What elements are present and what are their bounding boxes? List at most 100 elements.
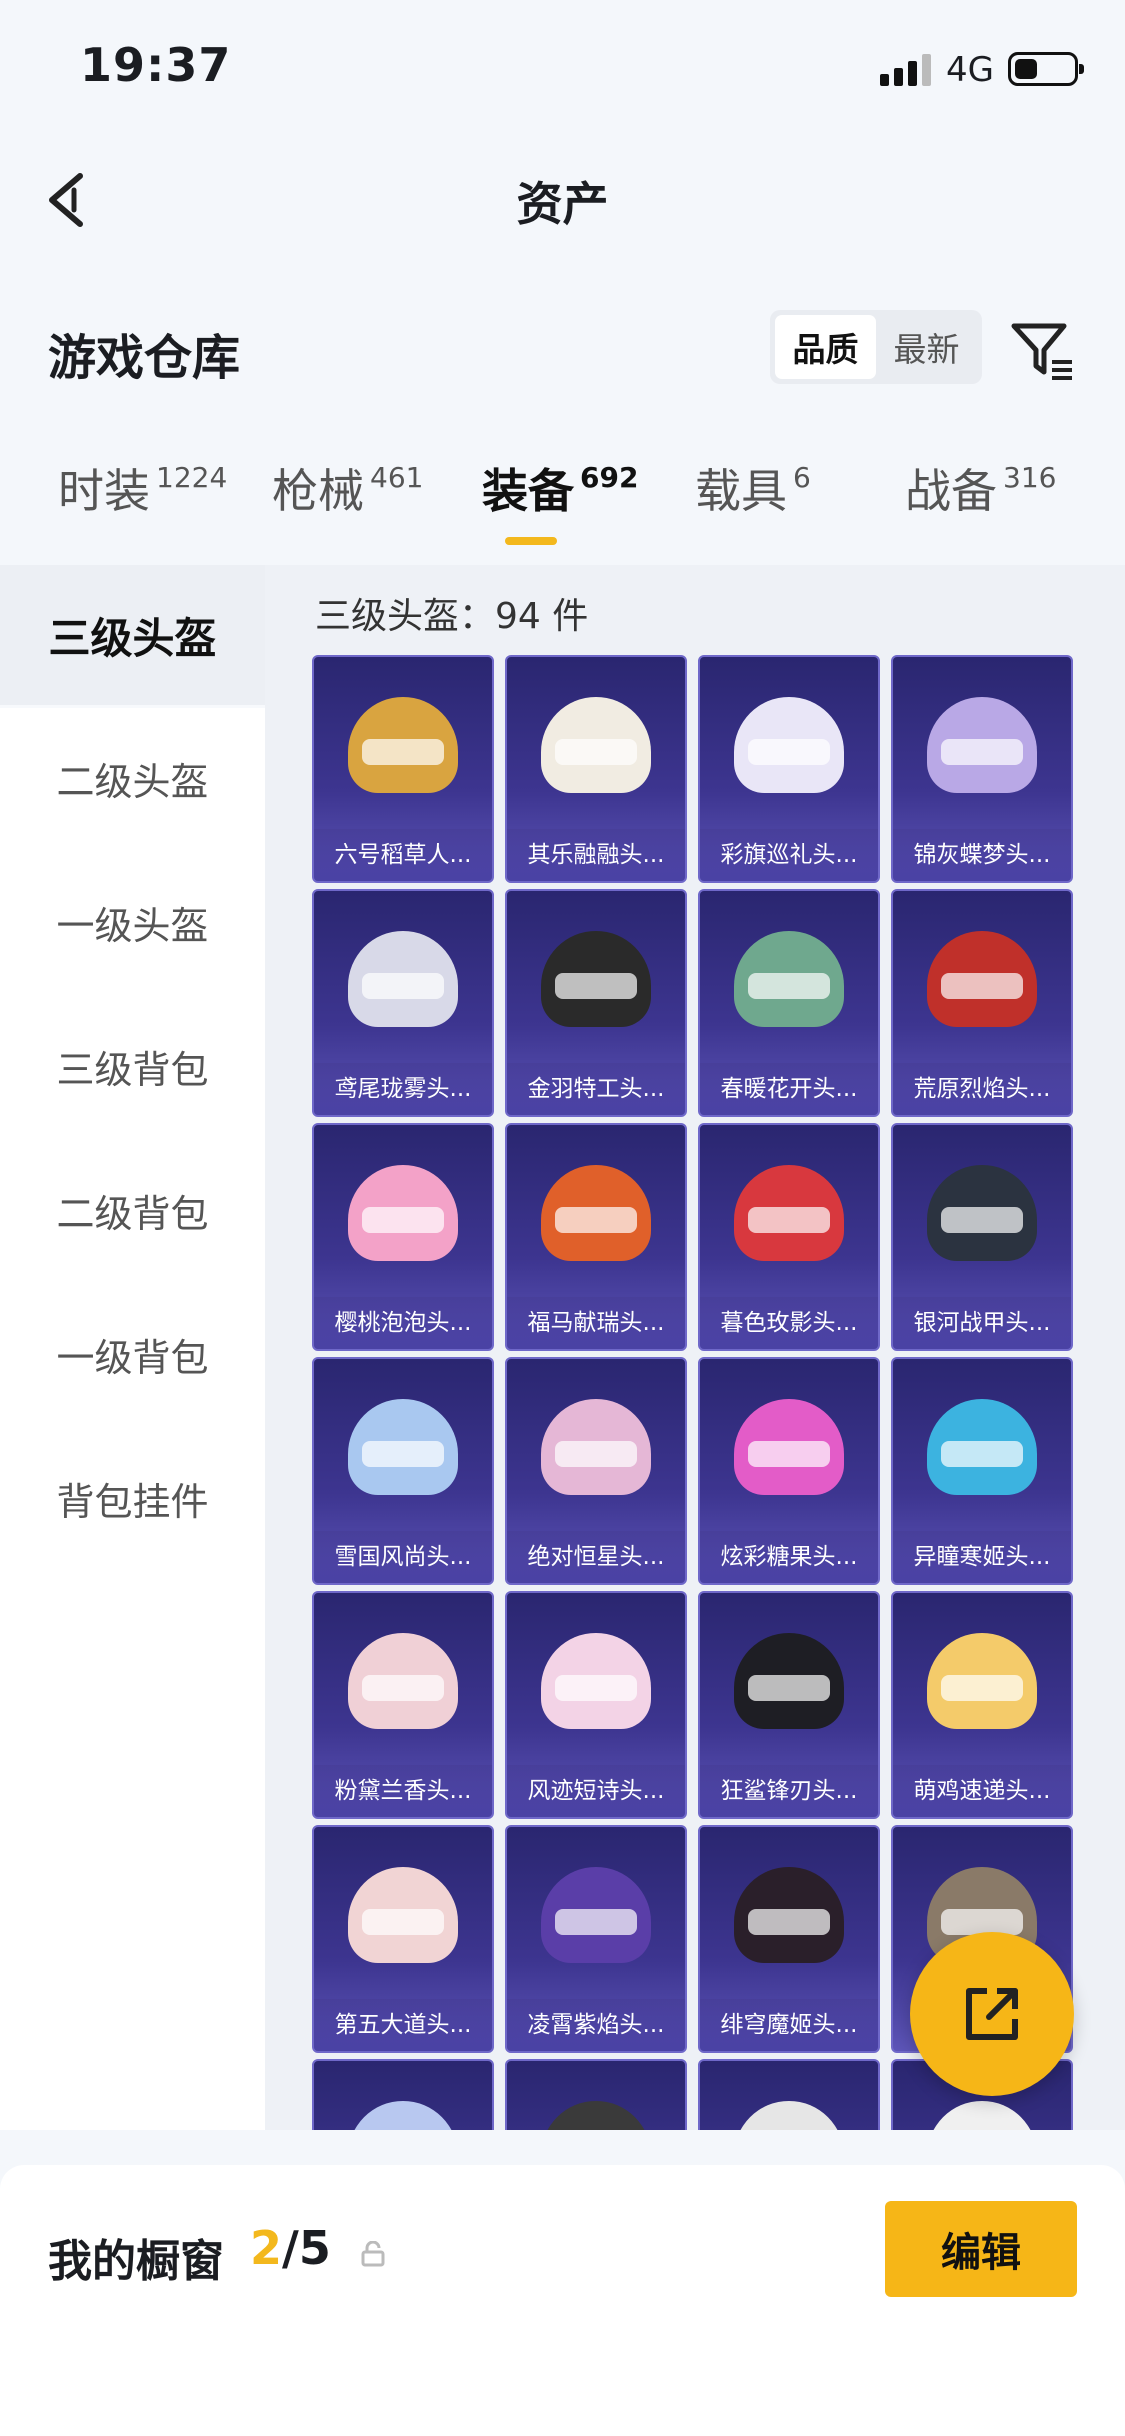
item-card[interactable]: 绯穹魔姬头... bbox=[698, 1825, 880, 2053]
helmet-icon bbox=[700, 891, 878, 1067]
item-card[interactable]: 福马献瑞头... bbox=[505, 1123, 687, 1351]
warehouse-title: 游戏仓库 bbox=[48, 330, 241, 386]
showcase-total: /5 bbox=[282, 2221, 331, 2275]
item-card[interactable]: 第五大道头... bbox=[312, 1825, 494, 2053]
filter-icon bbox=[1011, 323, 1072, 380]
item-name: 鸢尾珑雾头... bbox=[314, 1063, 492, 1115]
item-card[interactable]: 萌鸡速递头... bbox=[891, 1591, 1073, 1819]
edit-button[interactable]: 编辑 bbox=[885, 2201, 1077, 2297]
item-card[interactable]: 六号稻草人... bbox=[312, 655, 494, 883]
tab-label: 时装 bbox=[58, 464, 150, 518]
helmet-icon bbox=[700, 1827, 878, 2003]
item-name: 彩旗巡礼头... bbox=[700, 829, 878, 881]
item-card[interactable]: 风迹短诗头... bbox=[505, 1591, 687, 1819]
helmet-icon bbox=[314, 1125, 492, 1301]
helmet-icon bbox=[507, 657, 685, 833]
tab-count: 692 bbox=[580, 461, 639, 494]
item-card[interactable]: 狂鲨锋刃头... bbox=[698, 1591, 880, 1819]
item-name: 粉黛兰香头... bbox=[314, 1765, 492, 1817]
item-card[interactable]: 异瞳寒姬头... bbox=[891, 1357, 1073, 1585]
showcase-current: 2 bbox=[250, 2221, 283, 2275]
sidebar-item-backpack-charm[interactable]: 背包挂件 bbox=[0, 1428, 265, 1568]
status-bar: 19:37 4G bbox=[0, 0, 1125, 140]
tab-vehicles[interactable]: 载具 6 bbox=[695, 455, 811, 521]
sidebar-item-level3-helmet[interactable]: 三级头盔 bbox=[0, 565, 265, 705]
lock-icon bbox=[360, 2240, 386, 2267]
external-link-icon bbox=[966, 1988, 1018, 2040]
item-card[interactable]: 鸢尾珑雾头... bbox=[312, 889, 494, 1117]
showcase-count: 2/5 bbox=[250, 2221, 331, 2275]
helmet-icon bbox=[700, 1593, 878, 1769]
category-tabs: 时装 1224 枪械 461 装备 692 载具 6 战备 316 bbox=[0, 455, 1125, 565]
item-card[interactable]: 暮色玫影头... bbox=[698, 1123, 880, 1351]
item-name: 荒原烈焰头... bbox=[893, 1063, 1071, 1115]
helmet-icon bbox=[314, 1593, 492, 1769]
item-name: 狂鲨锋刃头... bbox=[700, 1765, 878, 1817]
item-card[interactable] bbox=[698, 2059, 880, 2130]
sidebar-list: 二级头盔 一级头盔 三级背包 二级背包 一级背包 背包挂件 bbox=[0, 708, 265, 2130]
share-button[interactable] bbox=[910, 1932, 1074, 2096]
sidebar-item-level1-backpack[interactable]: 一级背包 bbox=[0, 1284, 265, 1424]
helmet-icon bbox=[314, 2061, 492, 2130]
item-name: 炫彩糖果头... bbox=[700, 1531, 878, 1583]
tab-label: 战备 bbox=[905, 464, 997, 518]
item-card[interactable]: 绝对恒星头... bbox=[505, 1357, 687, 1585]
item-name: 绝对恒星头... bbox=[507, 1531, 685, 1583]
helmet-icon bbox=[507, 1359, 685, 1535]
item-card[interactable]: 锦灰蝶梦头... bbox=[891, 655, 1073, 883]
showcase-title: 我的橱窗 bbox=[48, 2236, 224, 2287]
sidebar-item-level3-backpack[interactable]: 三级背包 bbox=[0, 996, 265, 1136]
helmet-icon bbox=[314, 891, 492, 1067]
helmet-icon bbox=[893, 1359, 1071, 1535]
item-card[interactable]: 彩旗巡礼头... bbox=[698, 655, 880, 883]
sidebar-item-level1-helmet[interactable]: 一级头盔 bbox=[0, 852, 265, 992]
tab-equipment[interactable]: 装备 692 bbox=[482, 455, 638, 521]
filter-button[interactable] bbox=[1008, 316, 1078, 386]
helmet-icon bbox=[700, 657, 878, 833]
helmet-icon bbox=[314, 1827, 492, 2003]
item-name: 春暖花开头... bbox=[700, 1063, 878, 1115]
item-card[interactable]: 凌霄紫焰头... bbox=[505, 1825, 687, 2053]
item-card[interactable]: 银河战甲头... bbox=[891, 1123, 1073, 1351]
item-card[interactable]: 樱桃泡泡头... bbox=[312, 1123, 494, 1351]
item-card[interactable]: 炫彩糖果头... bbox=[698, 1357, 880, 1585]
item-name: 凌霄紫焰头... bbox=[507, 1999, 685, 2051]
sort-quality-option[interactable]: 品质 bbox=[775, 315, 876, 379]
tab-count: 461 bbox=[370, 461, 424, 494]
tab-label: 装备 bbox=[482, 464, 574, 518]
item-name: 暮色玫影头... bbox=[700, 1297, 878, 1349]
item-card[interactable] bbox=[505, 2059, 687, 2130]
tab-gear[interactable]: 战备 316 bbox=[905, 455, 1056, 521]
item-name: 金羽特工头... bbox=[507, 1063, 685, 1115]
sidebar-item-level2-backpack[interactable]: 二级背包 bbox=[0, 1140, 265, 1280]
helmet-icon bbox=[700, 1359, 878, 1535]
helmet-icon bbox=[314, 657, 492, 833]
item-card[interactable]: 金羽特工头... bbox=[505, 889, 687, 1117]
helmet-icon bbox=[700, 2061, 878, 2130]
tab-count: 6 bbox=[793, 461, 811, 494]
showcase-footer: 我的橱窗 2/5 编辑 bbox=[0, 2165, 1125, 2436]
item-grid-area: 三级头盔：94 件 六号稻草人... 其乐融融头... 彩旗巡礼头... 锦灰蝶梦头.… bbox=[265, 565, 1125, 2130]
item-name: 风迹短诗头... bbox=[507, 1765, 685, 1817]
tab-fashion[interactable]: 时装 1224 bbox=[58, 455, 227, 521]
sidebar-item-level2-helmet[interactable]: 二级头盔 bbox=[0, 708, 265, 848]
item-card[interactable]: 春暖花开头... bbox=[698, 889, 880, 1117]
item-name: 绯穹魔姬头... bbox=[700, 1999, 878, 2051]
tab-weapons[interactable]: 枪械 461 bbox=[272, 455, 423, 521]
item-count-label: 三级头盔：94 件 bbox=[315, 596, 589, 637]
item-name: 锦灰蝶梦头... bbox=[893, 829, 1071, 881]
helmet-icon bbox=[893, 1125, 1071, 1301]
item-card[interactable]: 雪国风尚头... bbox=[312, 1357, 494, 1585]
sort-toggle: 品质 最新 bbox=[770, 310, 982, 384]
item-card[interactable]: 荒原烈焰头... bbox=[891, 889, 1073, 1117]
item-card[interactable]: 其乐融融头... bbox=[505, 655, 687, 883]
tab-label: 枪械 bbox=[272, 464, 364, 518]
sort-newest-option[interactable]: 最新 bbox=[876, 315, 977, 379]
item-name: 异瞳寒姬头... bbox=[893, 1531, 1071, 1583]
item-name: 雪国风尚头... bbox=[314, 1531, 492, 1583]
helmet-icon bbox=[700, 1125, 878, 1301]
item-card[interactable] bbox=[312, 2059, 494, 2130]
helmet-icon bbox=[507, 1593, 685, 1769]
item-card[interactable]: 粉黛兰香头... bbox=[312, 1591, 494, 1819]
tab-count: 1224 bbox=[156, 461, 228, 494]
